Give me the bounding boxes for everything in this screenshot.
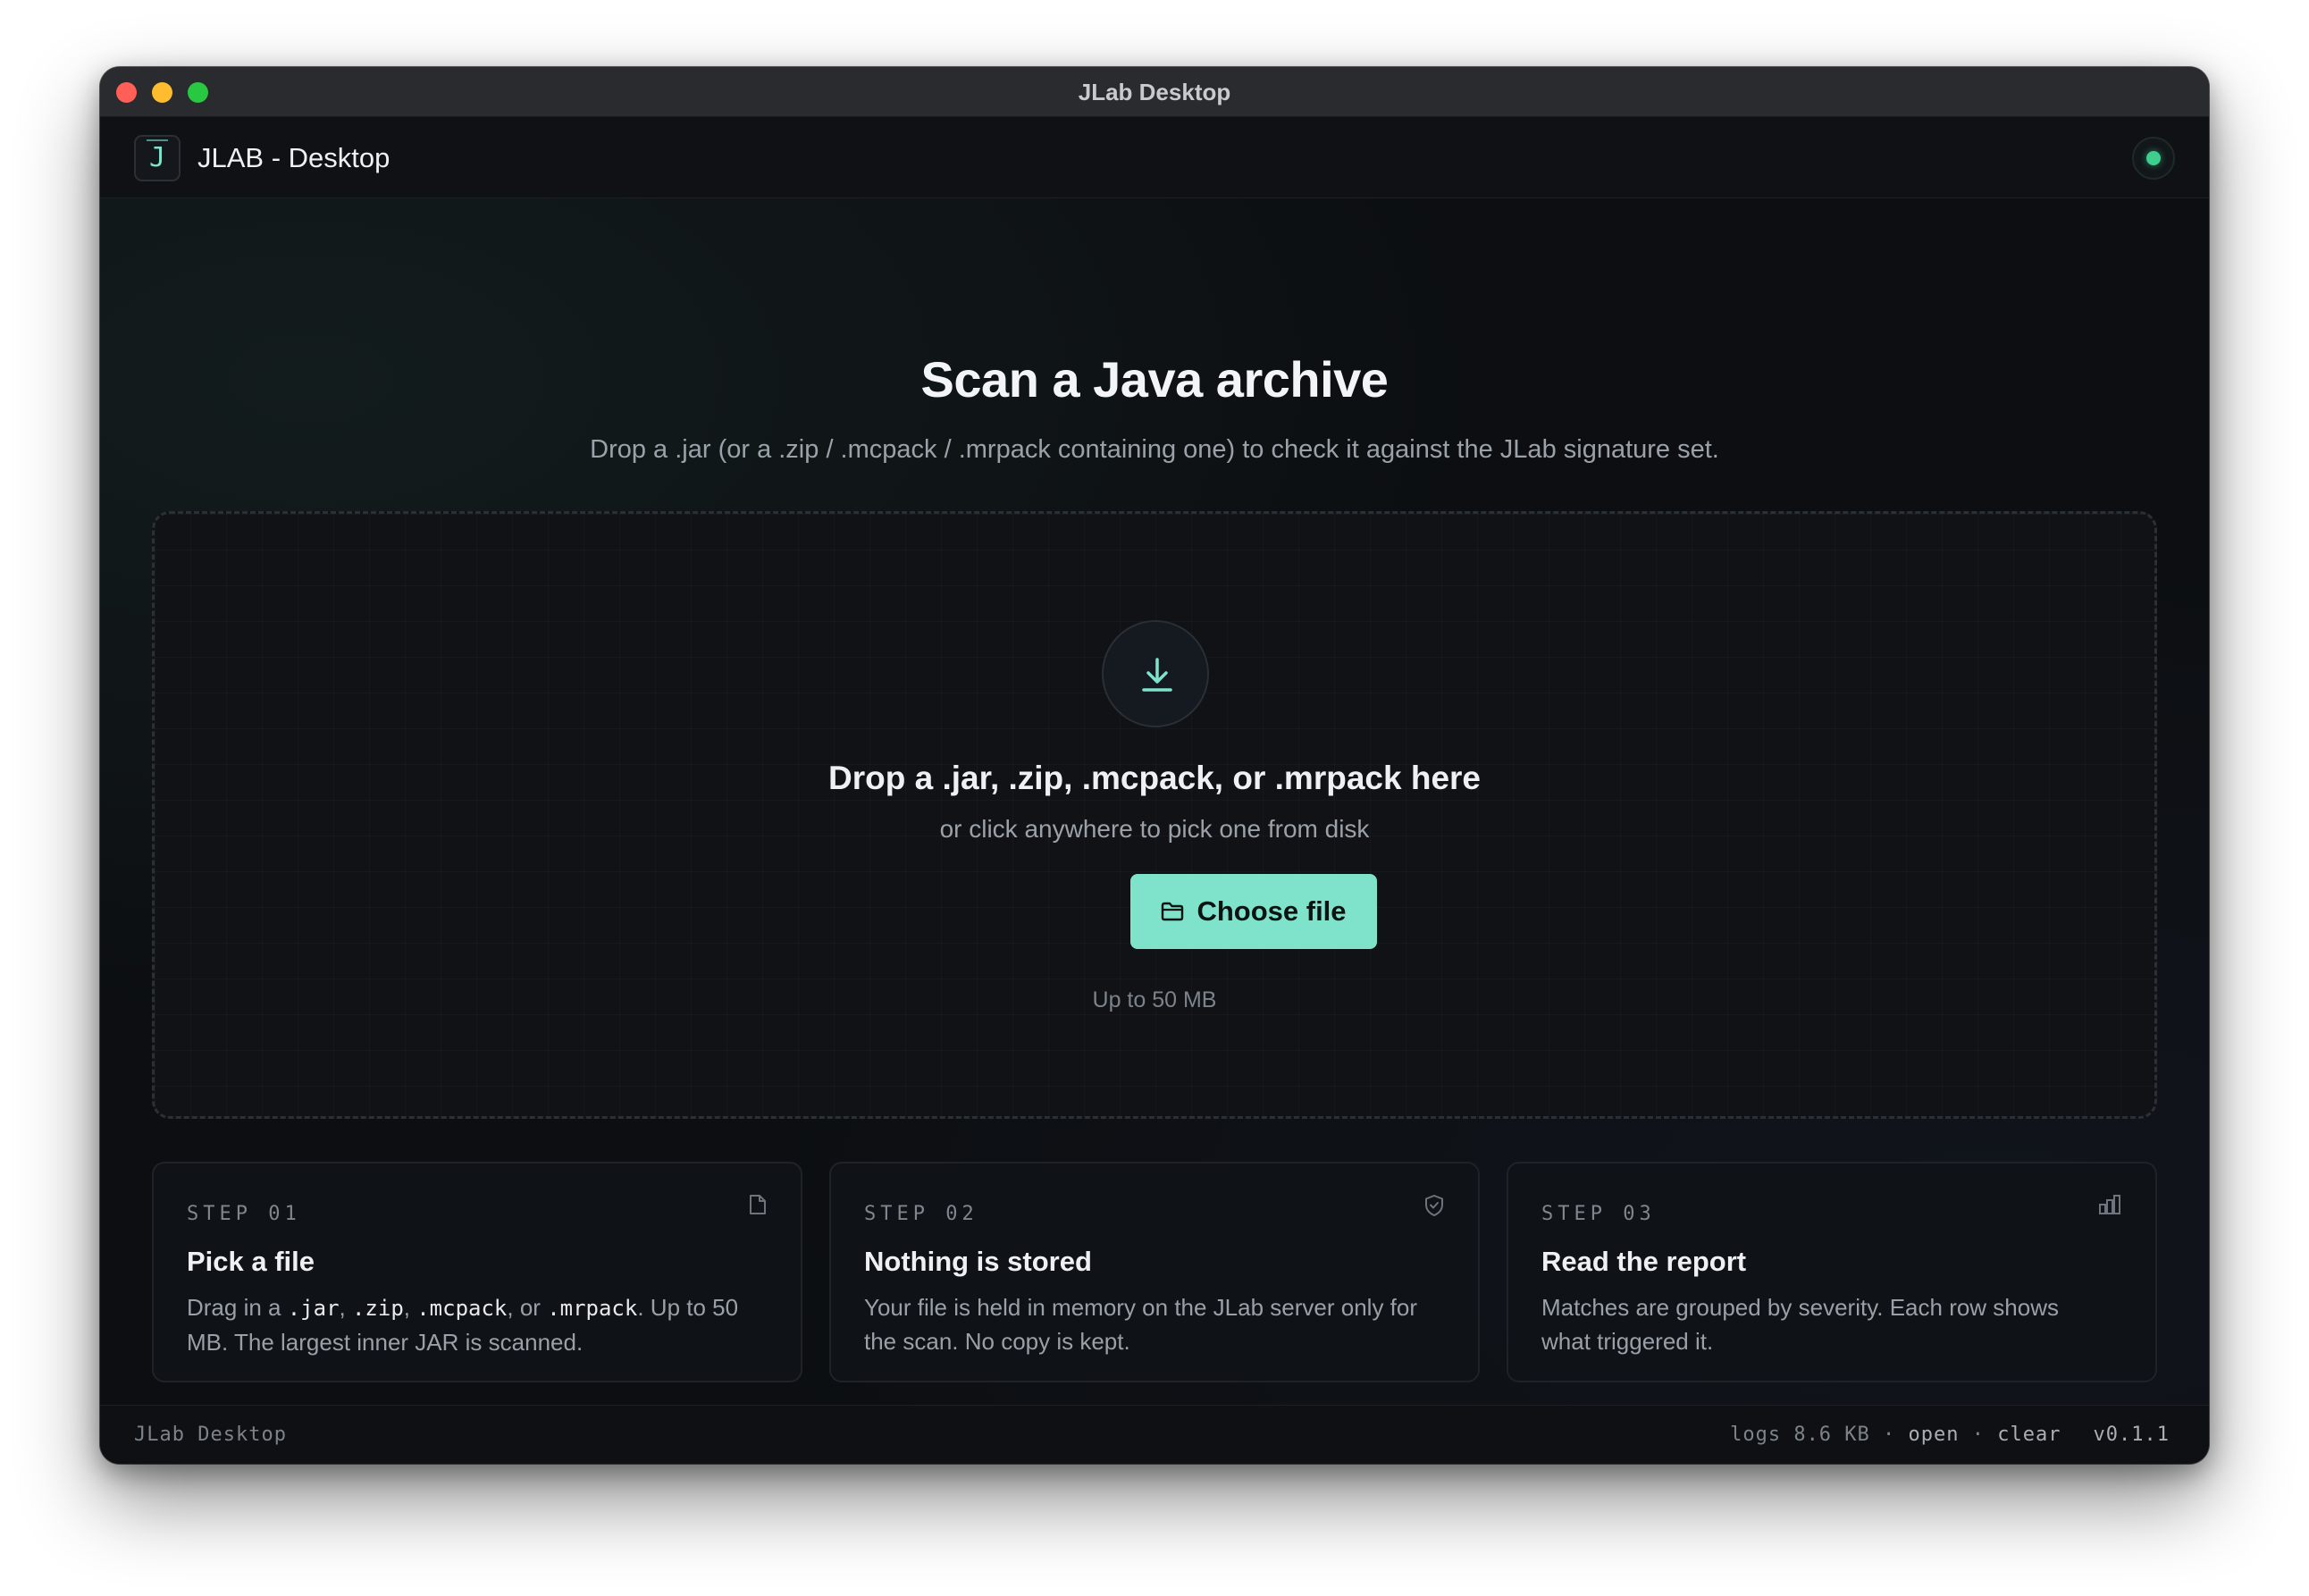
step-title: Pick a file bbox=[187, 1246, 315, 1277]
dropzone-subtitle: or click anywhere to pick one from disk bbox=[939, 815, 1370, 843]
file-icon bbox=[750, 1195, 766, 1214]
step-card-read-report: STEP 03 Read the report Matches are grou… bbox=[1507, 1162, 2157, 1382]
footer-actions: logs 8.6 KB · open · clear v0.1.1 bbox=[1730, 1406, 2170, 1464]
app-version: v0.1.1 bbox=[2093, 1424, 2170, 1446]
shield-icon bbox=[1425, 1195, 1443, 1216]
open-logs-link[interactable]: open bbox=[1909, 1406, 1960, 1464]
separator: · bbox=[1869, 1424, 1909, 1446]
folder-icon bbox=[1162, 902, 1184, 921]
footer-app-name: JLab Desktop bbox=[134, 1424, 287, 1446]
step-description: Your file is held in memory on the JLab … bbox=[864, 1294, 1418, 1355]
file-size-limit: Up to 50 MB bbox=[1092, 987, 1217, 1012]
status-dot-icon bbox=[2146, 151, 2161, 165]
app-logo: J bbox=[134, 135, 181, 181]
page-title: Scan a Java archive bbox=[920, 351, 1389, 407]
page-subtitle: Drop a .jar (or a .zip / .mcpack / .mrpa… bbox=[590, 435, 1719, 464]
step-label: STEP 01 bbox=[187, 1203, 301, 1225]
steps-section: STEP 01 Pick a file Drag in a .jar, .zip… bbox=[152, 1162, 2157, 1382]
app-name: JLAB - Desktop bbox=[197, 142, 390, 173]
separator: · bbox=[1959, 1424, 1998, 1446]
connection-status-indicator[interactable] bbox=[2132, 137, 2175, 180]
bar-chart-icon bbox=[2099, 1195, 2120, 1214]
app-window: JLab Desktop J JLAB - Desktop Scan a Jav… bbox=[100, 67, 2209, 1464]
step-card-nothing-stored: STEP 02 Nothing is stored Your file is h… bbox=[829, 1162, 1480, 1382]
step-description: Matches are grouped by severity. Each ro… bbox=[1541, 1294, 2060, 1355]
clear-logs-link[interactable]: clear bbox=[1997, 1406, 2061, 1464]
title-bar: JLab Desktop bbox=[100, 67, 2209, 117]
step-label: STEP 02 bbox=[864, 1203, 978, 1225]
app-header: J JLAB - Desktop bbox=[100, 117, 2209, 198]
file-dropzone[interactable]: Drop a .jar, .zip, .mcpack, or .mrpack h… bbox=[152, 511, 2157, 1119]
dropzone-title: Drop a .jar, .zip, .mcpack, or .mrpack h… bbox=[827, 760, 1481, 796]
step-card-pick-file: STEP 01 Pick a file Drag in a .jar, .zip… bbox=[152, 1162, 802, 1382]
step-description: Drag in a .jar, .zip, .mcpack, or .mrpac… bbox=[187, 1294, 739, 1356]
status-footer: JLab Desktop logs 8.6 KB · open · clear … bbox=[100, 1405, 2209, 1464]
main-content: Scan a Java archive Drop a .jar (or a .z… bbox=[100, 198, 2209, 1405]
choose-file-button[interactable]: Choose file bbox=[1130, 874, 1377, 949]
step-title: Nothing is stored bbox=[864, 1246, 1092, 1277]
step-label: STEP 03 bbox=[1541, 1203, 1656, 1225]
choose-file-label: Choose file bbox=[1196, 895, 1347, 927]
window-title: JLab Desktop bbox=[1078, 79, 1231, 105]
logs-size: logs 8.6 KB bbox=[1730, 1424, 1870, 1446]
step-title: Read the report bbox=[1541, 1246, 1747, 1277]
download-icon bbox=[1102, 620, 1209, 727]
